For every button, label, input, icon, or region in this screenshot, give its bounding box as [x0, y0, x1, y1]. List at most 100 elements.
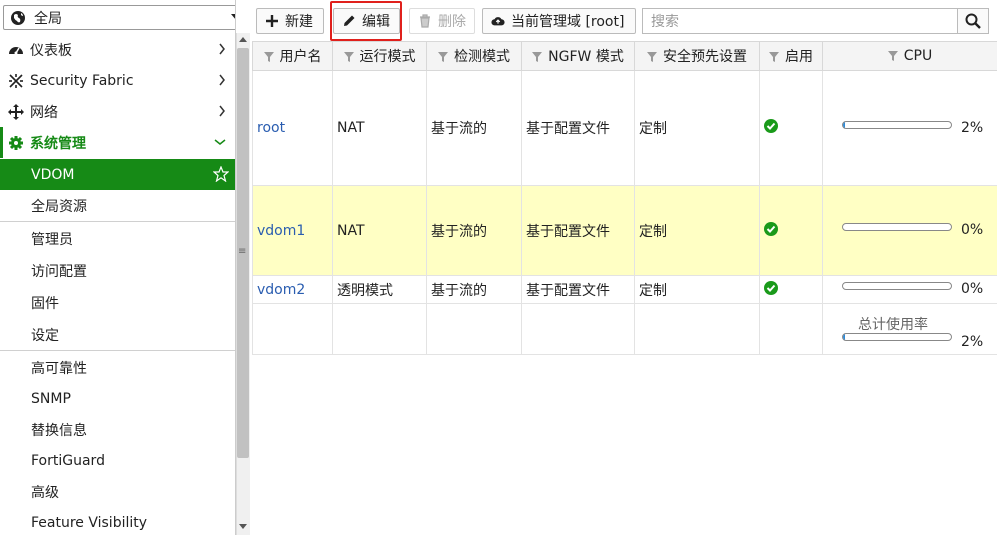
current-domain-label: 当前管理域 [root]: [511, 14, 625, 30]
sidebar-item-label: 高可靠性: [31, 360, 87, 377]
new-button[interactable]: 新建: [256, 8, 324, 34]
globe-icon: [10, 10, 26, 26]
table-row[interactable]: root NAT 基于流的 基于配置文件 定制 2%: [252, 70, 997, 186]
edit-highlight-box: [330, 1, 402, 41]
column-header-ngfw[interactable]: NGFW 模式: [521, 41, 635, 71]
column-header-username[interactable]: 用户名: [252, 41, 333, 71]
cpu-percent: 2%: [961, 120, 984, 136]
cell-ngfw: 基于配置文件: [521, 275, 635, 304]
table-total-row: 总计使用率 2%: [252, 303, 997, 355]
chevron-right-icon: [219, 43, 225, 55]
search-icon: [965, 13, 981, 29]
cell-mode: NAT: [332, 185, 427, 276]
column-header-inspection[interactable]: 检测模式: [426, 41, 522, 71]
sidebar-item-replacement-messages[interactable]: 替换信息: [0, 414, 235, 445]
chevron-down-icon: [231, 14, 235, 20]
delete-button-label: 删除: [438, 14, 466, 30]
sidebar-item-admins[interactable]: 管理员: [0, 223, 235, 254]
cell-username[interactable]: vdom2: [252, 275, 333, 304]
search-placeholder: 搜索: [651, 14, 679, 30]
sidebar-item-label: 系统管理: [30, 135, 86, 152]
cell-enabled: [759, 185, 823, 276]
sidebar-item-security-fabric[interactable]: Security Fabric: [0, 65, 235, 96]
network-icon: [8, 103, 24, 120]
column-header-label: 检测模式: [454, 49, 510, 65]
cpu-total-progress-bar: [842, 333, 952, 341]
divider: [0, 221, 235, 222]
column-header-mode[interactable]: 运行模式: [332, 41, 427, 71]
table-row[interactable]: vdom1 NAT 基于流的 基于配置文件 定制 0%: [252, 185, 997, 276]
cell-inspection: 基于流的: [426, 275, 522, 304]
filter-icon[interactable]: [647, 50, 657, 62]
sidebar-item-vdom[interactable]: VDOM: [0, 159, 235, 190]
current-domain-button[interactable]: 当前管理域 [root]: [482, 8, 636, 34]
plus-icon: [265, 14, 279, 28]
cell-enabled: [759, 70, 823, 186]
column-header-label: 运行模式: [359, 49, 416, 65]
chevron-right-icon: [219, 74, 225, 86]
dashboard-icon: [8, 42, 24, 58]
cpu-total-percent: 2%: [961, 334, 984, 350]
cpu-progress-bar: [842, 121, 952, 129]
cpu-progress-fill: [843, 122, 846, 128]
filter-icon[interactable]: [532, 50, 543, 62]
table-header-row: 用户名 运行模式 检测模式 NGFW 模式 安全预先设置 启用 CPU: [252, 41, 997, 71]
search-button[interactable]: [957, 8, 989, 34]
sidebar-item-global-resources[interactable]: 全局资源: [0, 190, 235, 221]
sidebar-item-fortiguard[interactable]: FortiGuard: [0, 445, 235, 476]
cpu-progress-fill: [843, 334, 846, 340]
empty-cell: [332, 303, 427, 355]
star-icon[interactable]: [213, 166, 229, 182]
sidebar-item-ha[interactable]: 高可靠性: [0, 352, 235, 383]
sidebar-item-label: FortiGuard: [31, 452, 105, 469]
delete-button[interactable]: 删除: [409, 8, 475, 34]
chevron-right-icon: [219, 105, 225, 117]
cell-mode: NAT: [332, 70, 427, 186]
sidebar-item-snmp[interactable]: SNMP: [0, 383, 235, 414]
cell-security-profile: 定制: [634, 275, 760, 304]
column-header-security-profile[interactable]: 安全预先设置: [634, 41, 760, 71]
empty-cell: [521, 303, 635, 355]
sidebar-item-label: 设定: [31, 327, 59, 344]
cell-cpu-total: 总计使用率 2%: [822, 303, 997, 355]
sidebar-item-settings[interactable]: 设定: [0, 319, 235, 350]
sidebar-item-label: 高级: [31, 484, 59, 501]
cell-enabled: [759, 275, 823, 304]
column-header-label: 用户名: [279, 49, 322, 65]
sidebar-item-label: 固件: [31, 295, 59, 312]
scroll-up-icon[interactable]: [239, 37, 247, 42]
cell-username[interactable]: vdom1: [252, 185, 333, 276]
filter-icon[interactable]: [438, 50, 448, 62]
sidebar-item-network[interactable]: 网络: [0, 96, 235, 127]
table-row[interactable]: vdom2 透明模式 基于流的 基于配置文件 定制 0%: [252, 275, 997, 304]
filter-icon[interactable]: [887, 49, 898, 61]
cpu-percent: 0%: [961, 281, 984, 297]
filter-icon[interactable]: [769, 50, 779, 62]
scroll-down-icon[interactable]: [239, 524, 247, 529]
cell-mode: 透明模式: [332, 275, 427, 304]
vdom-selector[interactable]: 全局: [3, 5, 235, 30]
vdom-selector-label: 全局: [34, 10, 62, 27]
sidebar-item-firmware[interactable]: 固件: [0, 287, 235, 318]
sidebar-item-label: SNMP: [31, 390, 71, 407]
sidebar-item-advanced[interactable]: 高级: [0, 476, 235, 507]
sidebar-item-label: VDOM: [31, 166, 75, 183]
sidebar-item-label: 仪表板: [30, 42, 72, 59]
filter-icon[interactable]: [343, 50, 354, 62]
chevron-down-icon: [214, 139, 226, 145]
sidebar-item-admin-profiles[interactable]: 访问配置: [0, 255, 235, 286]
column-header-enabled[interactable]: 启用: [759, 41, 823, 71]
column-header-cpu[interactable]: CPU: [822, 41, 997, 71]
resize-grip-icon[interactable]: ≡: [238, 247, 246, 257]
column-header-label: CPU: [903, 48, 933, 64]
cell-ngfw: 基于配置文件: [521, 70, 635, 186]
filter-icon[interactable]: [263, 50, 274, 62]
cell-cpu: 2%: [822, 70, 997, 186]
sidebar-item-system[interactable]: 系统管理: [0, 127, 235, 158]
check-circle-icon: [764, 280, 778, 295]
search-input[interactable]: 搜索: [642, 8, 958, 34]
sidebar-item-feature-visibility[interactable]: Feature Visibility: [0, 507, 235, 535]
sidebar-item-dashboard[interactable]: 仪表板: [0, 34, 235, 65]
cell-security-profile: 定制: [634, 185, 760, 276]
cell-username[interactable]: root: [252, 70, 333, 186]
